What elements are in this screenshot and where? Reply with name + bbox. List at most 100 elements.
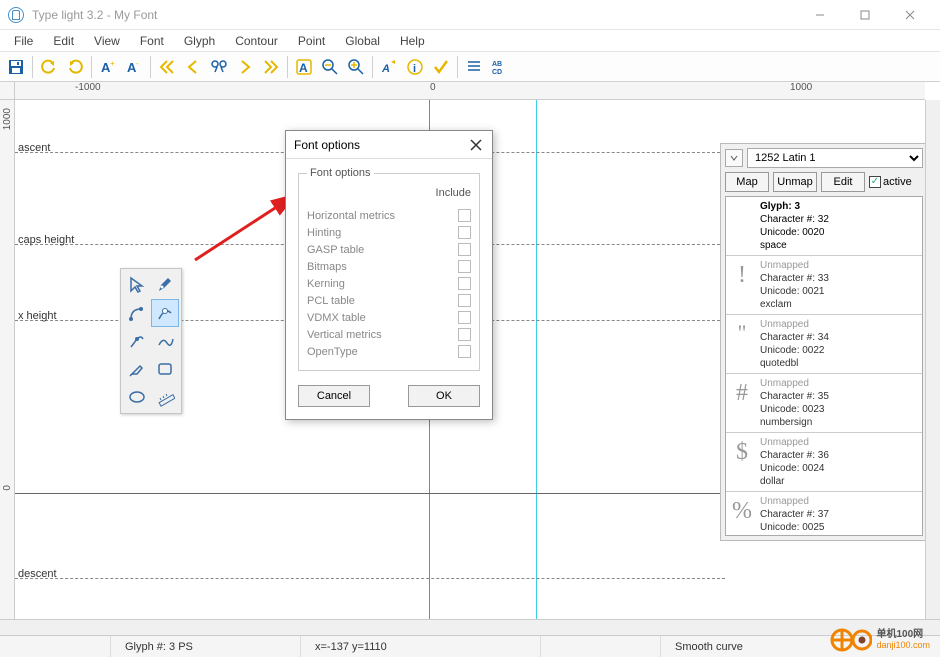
include-header: Include <box>307 185 471 205</box>
menu-view[interactable]: View <box>84 32 130 50</box>
glyph-item-exclam[interactable]: ! UnmappedCharacter #: 33Unicode: 0021ex… <box>726 256 922 315</box>
app-icon <box>8 7 24 23</box>
svg-text:AB: AB <box>492 61 502 68</box>
cancel-button[interactable]: Cancel <box>298 385 370 407</box>
knife-tool[interactable] <box>123 355 151 383</box>
increase-font-icon[interactable]: A+ <box>96 55 120 79</box>
ok-button[interactable]: OK <box>408 385 480 407</box>
list-view-icon[interactable] <box>462 55 486 79</box>
svg-text:A: A <box>299 61 308 75</box>
opt-vdmx: VDMX table <box>307 312 458 324</box>
menu-point[interactable]: Point <box>288 32 335 50</box>
vertical-ruler: 1000 0 <box>0 100 15 619</box>
freehand-tool[interactable] <box>151 327 179 355</box>
opt-opentype: OpenType <box>307 346 458 358</box>
glyph-item-numbersign[interactable]: # UnmappedCharacter #: 35Unicode: 0023nu… <box>726 374 922 433</box>
svg-text:+: + <box>110 59 115 68</box>
menu-file[interactable]: File <box>4 32 43 50</box>
guide-ascent: ascent <box>18 142 50 154</box>
dialog-legend: Font options <box>307 167 374 179</box>
opt-gasp: GASP table <box>307 244 458 256</box>
ellipse-tool[interactable] <box>123 383 151 411</box>
tangent-tool[interactable] <box>123 327 151 355</box>
measure-tool[interactable] <box>151 383 179 411</box>
unmap-button[interactable]: Unmap <box>773 172 817 192</box>
encoding-dropdown-toggle[interactable] <box>725 149 743 167</box>
edit-button[interactable]: Edit <box>821 172 865 192</box>
find-icon[interactable] <box>207 55 231 79</box>
menu-edit[interactable]: Edit <box>43 32 84 50</box>
glyph-item-space[interactable]: Glyph: 3Character #: 32Unicode: 0020spac… <box>726 197 922 256</box>
close-button[interactable] <box>887 1 932 29</box>
zoom-in-icon[interactable] <box>344 55 368 79</box>
guide-descent: descent <box>18 568 57 580</box>
menu-glyph[interactable]: Glyph <box>174 32 225 50</box>
glyph-item-dollar[interactable]: $ UnmappedCharacter #: 36Unicode: 0024do… <box>726 433 922 492</box>
zoom-out-icon[interactable] <box>318 55 342 79</box>
menu-font[interactable]: Font <box>130 32 174 50</box>
opt-bitmaps: Bitmaps <box>307 261 458 273</box>
map-button[interactable]: Map <box>725 172 769 192</box>
menu-global[interactable]: Global <box>335 32 390 50</box>
glyph-list[interactable]: Glyph: 3Character #: 32Unicode: 0020spac… <box>725 196 923 536</box>
ruler-corner <box>0 82 15 100</box>
menubar: File Edit View Font Glyph Contour Point … <box>0 30 940 52</box>
grid-view-icon[interactable]: ABCD <box>488 55 512 79</box>
menu-help[interactable]: Help <box>390 32 435 50</box>
svg-text:-: - <box>136 59 139 68</box>
chk-gasp[interactable] <box>458 243 471 256</box>
toolbar: A+ A- A A i ABCD <box>0 52 940 82</box>
chk-kerning[interactable] <box>458 277 471 290</box>
save-icon[interactable] <box>4 55 28 79</box>
check-icon[interactable] <box>429 55 453 79</box>
glyph-item-percent[interactable]: % UnmappedCharacter #: 37Unicode: 0025pe… <box>726 492 922 536</box>
tool-palette[interactable] <box>120 268 182 414</box>
opt-horizontal-metrics: Horizontal metrics <box>307 210 458 222</box>
opt-kerning: Kerning <box>307 278 458 290</box>
next-icon[interactable] <box>233 55 257 79</box>
vertical-scrollbar[interactable] <box>925 100 940 619</box>
chk-vdmx[interactable] <box>458 311 471 324</box>
status-glyph: Glyph #: 3 PS <box>110 636 300 657</box>
pen-tool[interactable] <box>151 271 179 299</box>
highlight-glyph-icon[interactable]: A <box>292 55 316 79</box>
redo-icon[interactable] <box>63 55 87 79</box>
chk-vertical-metrics[interactable] <box>458 328 471 341</box>
first-icon[interactable] <box>155 55 179 79</box>
info-icon[interactable]: i <box>403 55 427 79</box>
chk-opentype[interactable] <box>458 345 471 358</box>
horizontal-scrollbar[interactable] <box>0 619 940 635</box>
corner-tool[interactable] <box>151 299 179 327</box>
chk-hinting[interactable] <box>458 226 471 239</box>
encoding-select[interactable]: 1252 Latin 1 <box>747 148 923 168</box>
guide-caps-height: caps height <box>18 234 74 246</box>
transform-icon[interactable]: A <box>377 55 401 79</box>
opt-vertical-metrics: Vertical metrics <box>307 329 458 341</box>
chk-horizontal-metrics[interactable] <box>458 209 471 222</box>
opt-hinting: Hinting <box>307 227 458 239</box>
last-icon[interactable] <box>259 55 283 79</box>
watermark: 单机100网danji100.com <box>830 627 930 653</box>
svg-text:i: i <box>413 63 416 75</box>
curve-tool[interactable] <box>123 299 151 327</box>
opt-pcl: PCL table <box>307 295 458 307</box>
chk-pcl[interactable] <box>458 294 471 307</box>
font-options-dialog: Font options Font options Include Horizo… <box>285 130 493 420</box>
active-checkbox[interactable]: ✓active <box>869 176 912 188</box>
svg-text:A: A <box>381 63 390 75</box>
svg-text:CD: CD <box>492 69 502 76</box>
prev-icon[interactable] <box>181 55 205 79</box>
window-title: Type light 3.2 - My Font <box>32 8 797 22</box>
decrease-font-icon[interactable]: A- <box>122 55 146 79</box>
titlebar: Type light 3.2 - My Font <box>0 0 940 30</box>
rectangle-tool[interactable] <box>151 355 179 383</box>
maximize-button[interactable] <box>842 1 887 29</box>
undo-icon[interactable] <box>37 55 61 79</box>
select-tool[interactable] <box>123 271 151 299</box>
glyph-item-quotedbl[interactable]: " UnmappedCharacter #: 34Unicode: 0022qu… <box>726 315 922 374</box>
menu-contour[interactable]: Contour <box>225 32 288 50</box>
horizontal-ruler: -1000 0 1000 <box>15 82 925 100</box>
dialog-close-button[interactable] <box>468 137 484 153</box>
minimize-button[interactable] <box>797 1 842 29</box>
chk-bitmaps[interactable] <box>458 260 471 273</box>
